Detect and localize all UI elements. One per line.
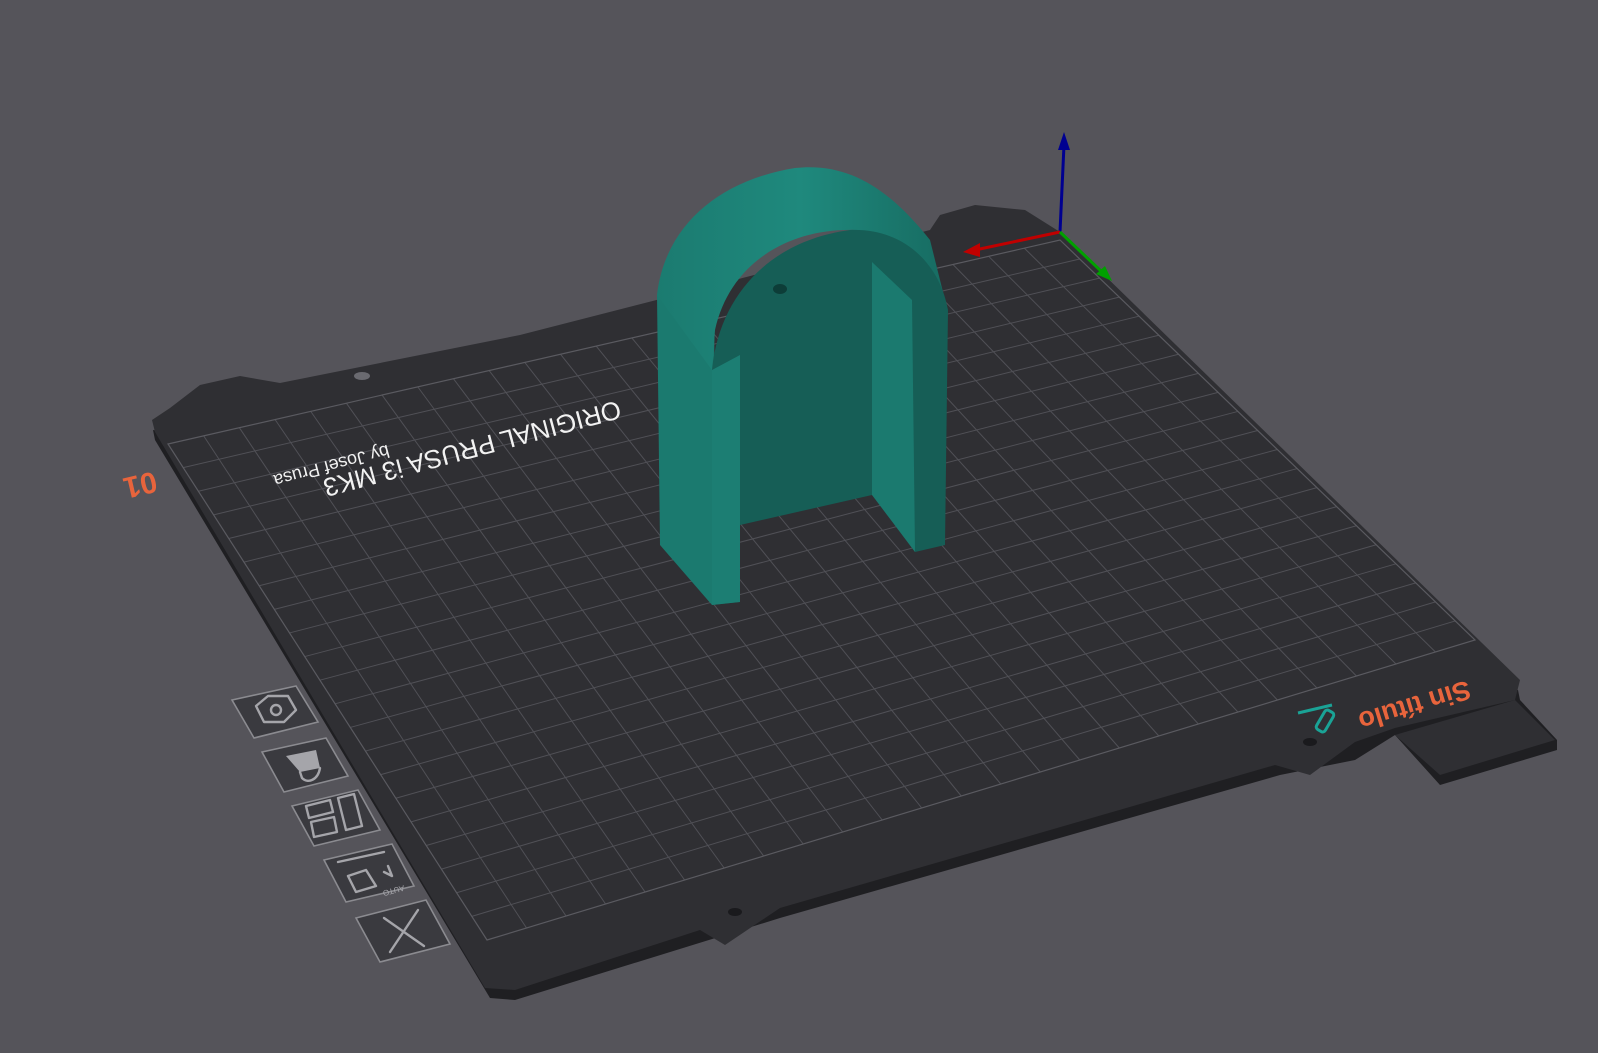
model-left-leg <box>712 355 740 605</box>
auto-orient-button[interactable]: AUTO <box>322 843 416 903</box>
arrange-button[interactable] <box>290 789 382 847</box>
paint-bucket-button[interactable] <box>260 737 350 793</box>
plate-number: 01 <box>120 464 160 504</box>
bed-hole <box>354 372 370 380</box>
settings-hex-button[interactable] <box>230 685 320 739</box>
bed-hole <box>728 908 742 916</box>
bed-hole <box>1303 738 1317 746</box>
delete-button[interactable] <box>354 899 452 963</box>
model-hole <box>773 284 787 294</box>
3d-viewport[interactable]: ORIGINAL PRUSA i3 MK3 by Josef Prusa 01 … <box>0 0 1598 1053</box>
